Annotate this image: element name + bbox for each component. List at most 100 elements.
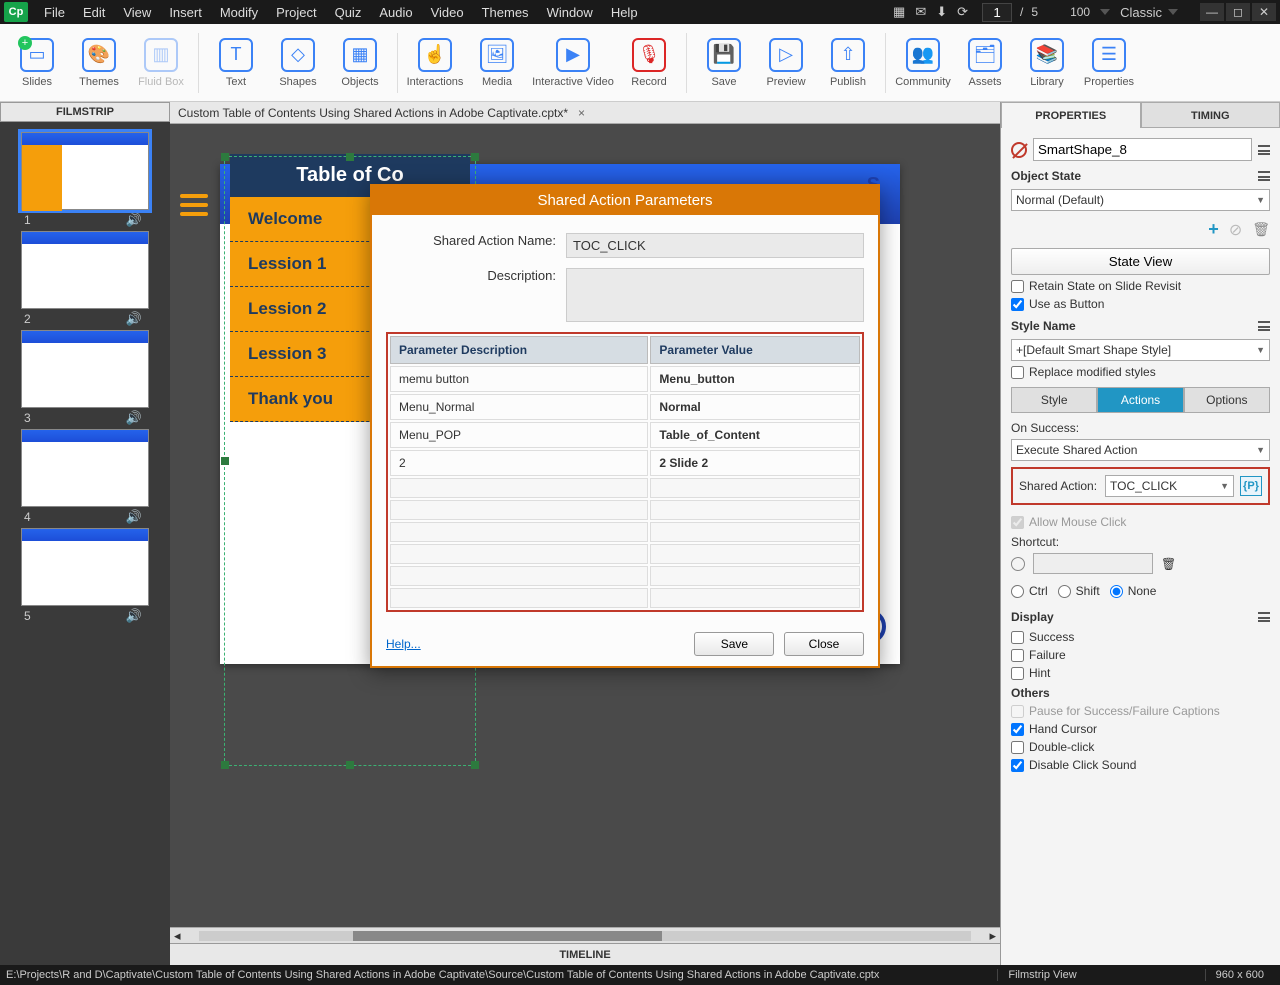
ctrl-radio[interactable] xyxy=(1011,585,1024,598)
on-success-select[interactable]: Execute Shared Action▼ xyxy=(1011,439,1270,461)
help-link[interactable]: Help... xyxy=(386,637,421,651)
hamburger-icon[interactable] xyxy=(180,194,208,216)
filmstrip-slide-1[interactable] xyxy=(21,132,149,210)
ribbon-shapes[interactable]: ◇Shapes xyxy=(267,28,329,98)
state-select[interactable]: Normal (Default)▼ xyxy=(1011,189,1270,211)
hand-cursor-checkbox[interactable] xyxy=(1011,723,1024,736)
subtab-actions[interactable]: Actions xyxy=(1097,387,1183,413)
page-current-input[interactable] xyxy=(982,3,1012,22)
object-name-input[interactable] xyxy=(1033,138,1252,161)
menu-view[interactable]: View xyxy=(115,2,159,23)
menu-audio[interactable]: Audio xyxy=(371,2,420,23)
hint-checkbox[interactable] xyxy=(1011,667,1024,680)
ribbon-library[interactable]: 📚Library xyxy=(1016,28,1078,98)
shortcut-radio[interactable] xyxy=(1011,557,1025,571)
ribbon-text[interactable]: TText xyxy=(205,28,267,98)
layout-icon[interactable]: ▦ xyxy=(893,4,905,20)
table-row[interactable]: memu buttonMenu_button xyxy=(390,366,860,392)
menu-project[interactable]: Project xyxy=(268,2,324,23)
page-total: 5 xyxy=(1031,5,1038,19)
document-close-icon[interactable]: × xyxy=(578,106,585,120)
sync-icon[interactable]: ⟳ xyxy=(957,4,968,20)
sound-icon[interactable]: 🔊 xyxy=(126,509,142,525)
failure-checkbox[interactable] xyxy=(1011,649,1024,662)
ribbon-preview[interactable]: ▷Preview xyxy=(755,28,817,98)
ribbon-themes[interactable]: 🎨Themes xyxy=(68,28,130,98)
menu-edit[interactable]: Edit xyxy=(75,2,113,23)
filmstrip-slide-5[interactable] xyxy=(21,528,149,606)
subtab-style[interactable]: Style xyxy=(1011,387,1097,413)
workspace-selector[interactable]: Classic xyxy=(1120,5,1178,20)
minimize-button[interactable]: — xyxy=(1200,3,1224,21)
close-button[interactable]: ✕ xyxy=(1252,3,1276,21)
menu-video[interactable]: Video xyxy=(423,2,472,23)
use-as-button-checkbox[interactable] xyxy=(1011,298,1024,311)
menu-themes[interactable]: Themes xyxy=(474,2,537,23)
menu-icon[interactable] xyxy=(1258,321,1270,331)
sound-icon[interactable]: 🔊 xyxy=(126,212,142,228)
none-radio[interactable] xyxy=(1110,585,1123,598)
ribbon-save[interactable]: 💾Save xyxy=(693,28,755,98)
app-logo: Cp xyxy=(4,2,28,22)
sound-icon[interactable]: 🔊 xyxy=(126,311,142,327)
table-row[interactable]: Menu_NormalNormal xyxy=(390,394,860,420)
h-scrollbar[interactable]: ◂▸ xyxy=(170,927,1000,943)
subtab-options[interactable]: Options xyxy=(1184,387,1270,413)
menu-modify[interactable]: Modify xyxy=(212,2,266,23)
shift-radio[interactable] xyxy=(1058,585,1071,598)
table-row[interactable]: 22 Slide 2 xyxy=(390,450,860,476)
ribbon-interactive-video[interactable]: ▶Interactive Video xyxy=(528,28,618,98)
ribbon-objects[interactable]: ▦Objects xyxy=(329,28,391,98)
sound-icon[interactable]: 🔊 xyxy=(126,608,142,624)
ribbon-community[interactable]: 👥Community xyxy=(892,28,954,98)
canvas[interactable]: S BA Table of Co Welcome Lession 1 Lessi… xyxy=(170,124,1000,927)
style-select[interactable]: +[Default Smart Shape Style]▼ xyxy=(1011,339,1270,361)
menu-icon[interactable] xyxy=(1258,612,1270,622)
shortcut-label: Shortcut: xyxy=(1011,535,1270,549)
shared-action-select[interactable]: TOC_CLICK▼ xyxy=(1105,475,1234,497)
double-click-checkbox[interactable] xyxy=(1011,741,1024,754)
menu-quiz[interactable]: Quiz xyxy=(327,2,370,23)
shortcut-input[interactable] xyxy=(1033,553,1153,574)
visibility-toggle-icon[interactable] xyxy=(1011,142,1027,158)
parameters-icon[interactable]: {P} xyxy=(1240,476,1262,496)
delete-state-icon[interactable]: 🗑 xyxy=(1252,221,1270,238)
document-tab-title[interactable]: Custom Table of Contents Using Shared Ac… xyxy=(178,106,568,120)
ribbon-slides[interactable]: +▭Slides xyxy=(6,28,68,98)
table-row[interactable]: Menu_POPTable_of_Content xyxy=(390,422,860,448)
add-state-icon[interactable]: + xyxy=(1208,219,1219,240)
tab-timing[interactable]: TIMING xyxy=(1141,102,1280,128)
zoom-value[interactable]: 100 xyxy=(1070,5,1090,19)
close-dialog-button[interactable]: Close xyxy=(784,632,864,656)
menu-icon[interactable] xyxy=(1258,171,1270,181)
filmstrip-slide-4[interactable] xyxy=(21,429,149,507)
filmstrip-slide-2[interactable] xyxy=(21,231,149,309)
menu-help[interactable]: Help xyxy=(603,2,646,23)
zoom-caret-icon[interactable] xyxy=(1100,9,1110,15)
success-checkbox[interactable] xyxy=(1011,631,1024,644)
ribbon-properties[interactable]: ☰Properties xyxy=(1078,28,1140,98)
download-icon[interactable]: ⬇ xyxy=(936,4,947,20)
tab-properties[interactable]: PROPERTIES xyxy=(1001,102,1141,128)
filmstrip-slide-3[interactable] xyxy=(21,330,149,408)
timeline-panel[interactable]: TIMELINE xyxy=(170,943,1000,965)
disable-sound-checkbox[interactable] xyxy=(1011,759,1024,772)
menu-window[interactable]: Window xyxy=(539,2,601,23)
sound-icon[interactable]: 🔊 xyxy=(126,410,142,426)
save-button[interactable]: Save xyxy=(694,632,774,656)
mail-icon[interactable]: ✉ xyxy=(915,4,926,20)
menu-insert[interactable]: Insert xyxy=(161,2,210,23)
replace-styles-checkbox[interactable] xyxy=(1011,366,1024,379)
ribbon-record[interactable]: 🎙Record xyxy=(618,28,680,98)
menu-file[interactable]: File xyxy=(36,2,73,23)
ribbon-media[interactable]: 🖼Media xyxy=(466,28,528,98)
clear-shortcut-icon[interactable]: 🗑 xyxy=(1161,557,1176,571)
retain-state-checkbox[interactable] xyxy=(1011,280,1024,293)
ribbon-interactions[interactable]: ☝Interactions xyxy=(404,28,466,98)
ribbon-assets[interactable]: 🗂Assets xyxy=(954,28,1016,98)
menu-icon[interactable] xyxy=(1258,145,1270,155)
state-view-button[interactable]: State View xyxy=(1011,248,1270,275)
maximize-button[interactable]: ◻ xyxy=(1226,3,1250,21)
ribbon-publish[interactable]: ⇧Publish xyxy=(817,28,879,98)
double-click-label: Double-click xyxy=(1029,740,1094,754)
